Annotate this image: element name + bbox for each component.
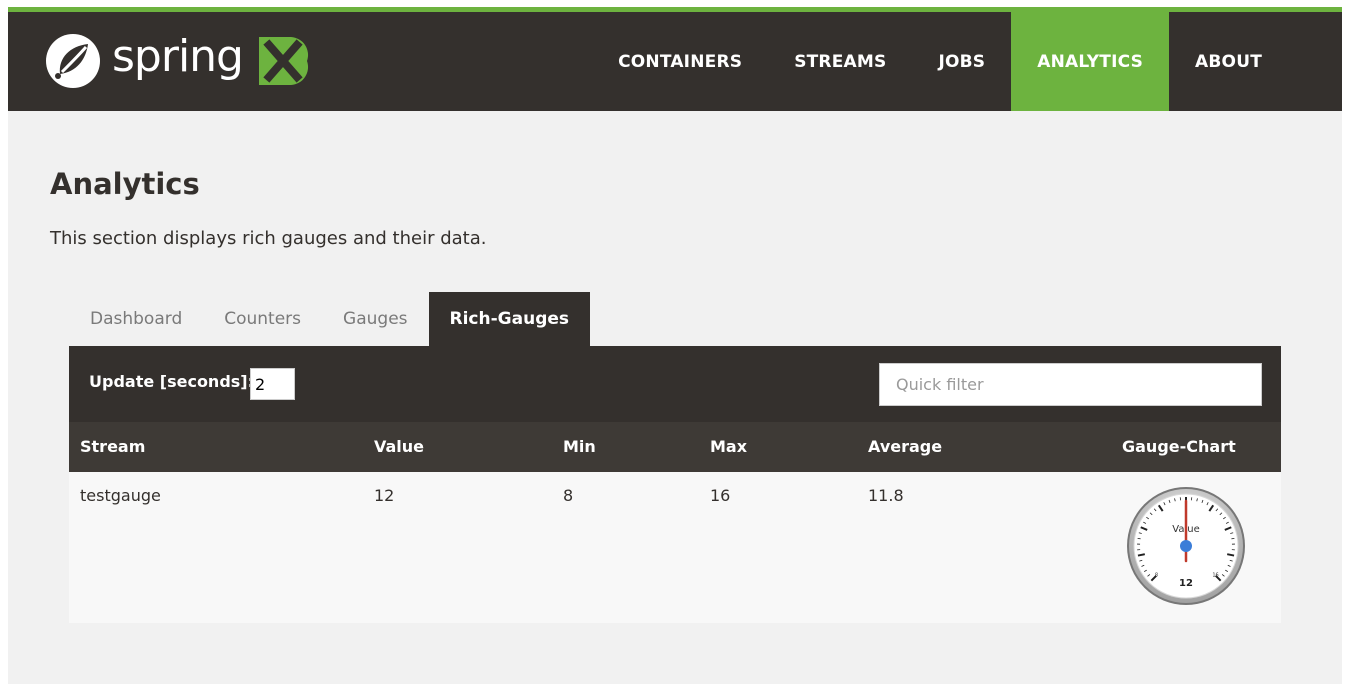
column-header-min[interactable]: Min [563,422,596,472]
column-header-stream[interactable]: Stream [80,422,145,472]
spring-leaf-icon [46,34,100,88]
cell-min: 8 [563,486,574,505]
x-badge-icon [258,37,309,85]
quick-filter-input[interactable] [879,363,1262,406]
tab-rich-gauges[interactable]: Rich-Gauges [428,292,591,346]
cell-average: 11.8 [868,486,904,505]
analytics-tabs: Dashboard Counters Gauges Rich-Gauges [69,292,591,346]
cell-stream: testgauge [80,486,161,505]
nav-item-containers[interactable]: CONTAINERS [592,12,768,111]
panel-toolbar: Update [seconds]: [69,346,1281,422]
navbar: spring CONTAINERS STREAMS JOBS ANALYTICS… [8,12,1342,111]
brand-logo-text: spring [112,31,244,82]
nav-item-analytics[interactable]: ANALYTICS [1011,12,1170,111]
tab-counters[interactable]: Counters [203,292,322,346]
rich-gauges-table: Stream Value Min Max Average Gauge-Chart… [69,422,1281,623]
page-title: Analytics [50,167,200,201]
gauge-hub [1180,540,1192,552]
app-frame: spring CONTAINERS STREAMS JOBS ANALYTICS… [8,7,1342,684]
main-nav: CONTAINERS STREAMS JOBS ANALYTICS ABOUT [592,12,1342,111]
column-header-value[interactable]: Value [374,422,424,472]
update-interval-label: Update [seconds]: [89,372,255,391]
gauge-chart: Value 8 16 12 [1127,487,1245,605]
cell-value: 12 [374,486,395,505]
tab-dashboard[interactable]: Dashboard [69,292,203,346]
nav-item-streams[interactable]: STREAMS [768,12,912,111]
nav-item-about[interactable]: ABOUT [1169,12,1342,111]
column-header-gauge-chart[interactable]: Gauge-Chart [1122,422,1236,472]
gauge-major-tick [1137,553,1146,557]
gauge-value-label: 12 [1179,578,1193,589]
update-interval-input[interactable] [250,368,295,400]
column-header-average[interactable]: Average [868,422,942,472]
column-header-max[interactable]: Max [710,422,747,472]
table-row: testgauge 12 8 16 11.8 Value 8 16 [69,472,1281,623]
gauge-max-label: 16 [1212,572,1218,578]
nav-item-jobs[interactable]: JOBS [912,12,1011,111]
gauge-min-label: 8 [1155,572,1158,578]
table-header: Stream Value Min Max Average Gauge-Chart [69,422,1281,472]
gauge-major-tick [1226,553,1235,557]
page-description: This section displays rich gauges and th… [50,228,487,249]
tab-gauges[interactable]: Gauges [322,292,428,346]
brand-logo[interactable]: spring [42,28,311,94]
cell-max: 16 [710,486,731,505]
